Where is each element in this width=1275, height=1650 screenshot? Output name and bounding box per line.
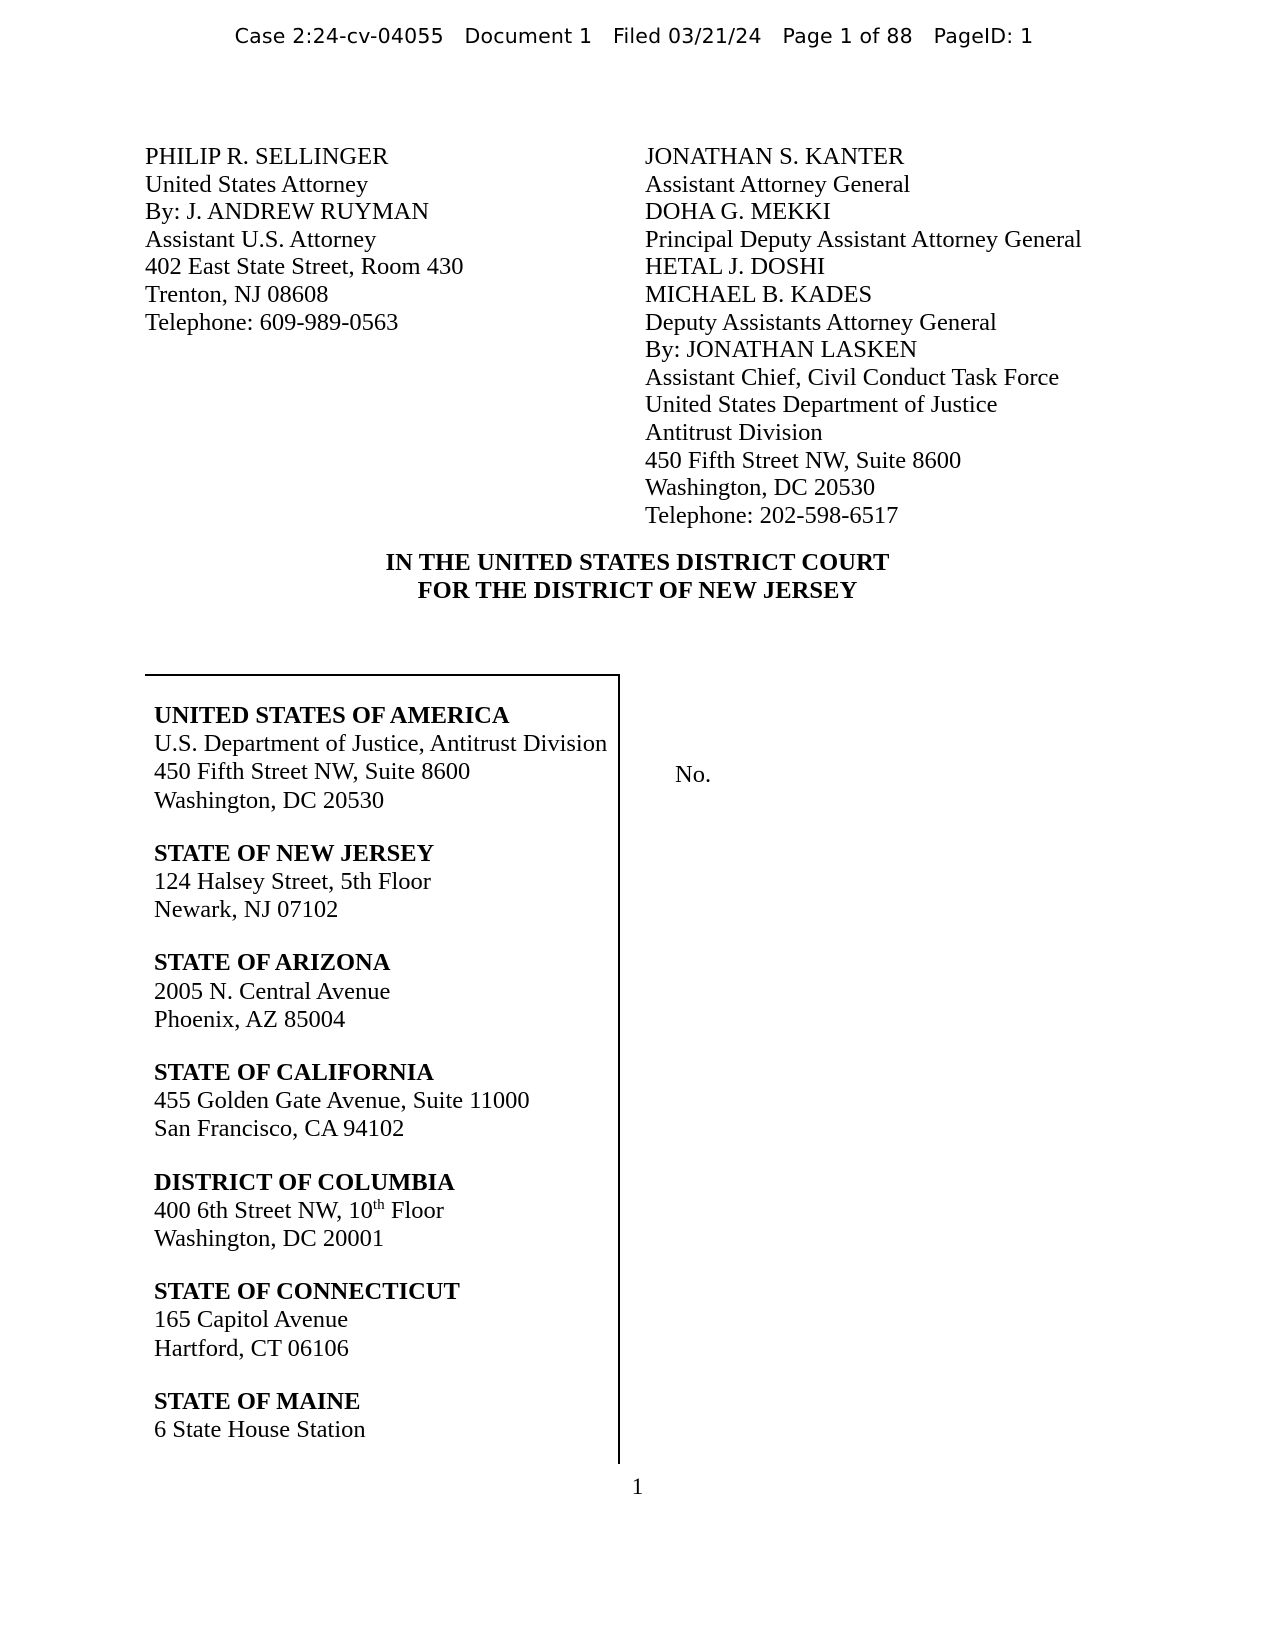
plaintiff-entry: DISTRICT OF COLUMBIA 400 6th Street NW, 1… <box>154 1169 624 1254</box>
plaintiff-list: UNITED STATES OF AMERICA U.S. Department … <box>154 702 624 1444</box>
counsel-line: Assistant Attorney General <box>645 170 911 198</box>
ecf-filing-stamp: Case 2:24-cv-04055 Document 1 Filed 03/2… <box>0 24 1275 48</box>
plaintiff-address-line: 6 State House Station <box>154 1416 366 1444</box>
counsel-line: United States Department of Justice <box>645 391 998 419</box>
counsel-line: 402 East State Street, Room 430 <box>145 253 464 281</box>
court-title: IN THE UNITED STATES DISTRICT COURT FOR … <box>0 549 1275 605</box>
counsel-line: By: J. ANDREW RUYMAN <box>145 198 430 226</box>
plaintiff-address-line: 400 6th Street NW, 10th Floor <box>154 1195 444 1224</box>
counsel-line: JONATHAN S. KANTER <box>645 143 905 170</box>
plaintiff-entry: STATE OF CONNECTICUT 165 Capitol Avenue Ha… <box>154 1278 624 1363</box>
plaintiff-address-line: San Francisco, CA 94102 <box>154 1115 405 1143</box>
plaintiff-address-line: 2005 N. Central Avenue <box>154 977 391 1005</box>
counsel-line: Assistant U.S. Attorney <box>145 225 377 253</box>
ecf-page-count: Page 1 of 88 <box>782 24 913 48</box>
counsel-line: United States Attorney <box>145 170 369 198</box>
plaintiff-name: STATE OF ARIZONA <box>154 949 391 977</box>
plaintiff-address-line: Washington, DC 20530 <box>154 786 385 814</box>
counsel-line: 450 Fifth Street NW, Suite 8600 <box>645 446 962 474</box>
page-number: 1 <box>631 1474 644 1499</box>
counsel-line: Telephone: 609-989-0563 <box>145 308 399 336</box>
plaintiff-address-line: Washington, DC 20001 <box>154 1225 385 1253</box>
plaintiff-entry: STATE OF CALIFORNIA 455 Golden Gate Avenu… <box>154 1059 624 1144</box>
counsel-line: DOHA G. MEKKI <box>645 198 831 226</box>
plaintiff-address-line: Newark, NJ 07102 <box>154 896 339 924</box>
counsel-line: Antitrust Division <box>645 418 823 446</box>
court-title-line-2: FOR THE DISTRICT OF NEW JERSEY <box>417 577 858 604</box>
counsel-line: Deputy Assistants Attorney General <box>645 308 997 336</box>
plaintiff-address-line: Hartford, CT 06106 <box>154 1334 349 1362</box>
plaintiff-name: DISTRICT OF COLUMBIA <box>154 1168 455 1196</box>
counsel-block-antitrust-division: JONATHAN S. KANTER Assistant Attorney Ge… <box>645 143 1115 529</box>
counsel-line: By: JONATHAN LASKEN <box>645 336 918 364</box>
ecf-pageid: PageID: 1 <box>933 24 1034 48</box>
plaintiff-name: UNITED STATES OF AMERICA <box>154 702 510 729</box>
counsel-line: Trenton, NJ 08608 <box>145 280 329 308</box>
court-title-line-1: IN THE UNITED STATES DISTRICT COURT <box>385 549 890 576</box>
ecf-case-number: Case 2:24-cv-04055 <box>234 24 444 48</box>
counsel-line: Washington, DC 20530 <box>645 474 876 502</box>
plaintiff-entry: UNITED STATES OF AMERICA U.S. Department … <box>154 702 624 815</box>
plaintiff-address-line: 124 Halsey Street, 5th Floor <box>154 868 431 896</box>
plaintiff-address-line: Phoenix, AZ 85004 <box>154 1005 346 1033</box>
plaintiff-address-line: 455 Golden Gate Avenue, Suite 11000 <box>154 1087 530 1115</box>
plaintiff-entry: STATE OF MAINE 6 State House Station <box>154 1388 624 1444</box>
counsel-line: Telephone: 202-598-6517 <box>645 501 899 529</box>
document-page: Case 2:24-cv-04055 Document 1 Filed 03/2… <box>0 0 1275 1650</box>
plaintiff-name: STATE OF NEW JERSEY <box>154 839 435 867</box>
plaintiff-address-line: 165 Capitol Avenue <box>154 1306 349 1334</box>
ecf-filed-date: Filed 03/21/24 <box>613 24 762 48</box>
counsel-line: PHILIP R. SELLINGER <box>145 143 389 170</box>
counsel-line: Assistant Chief, Civil Conduct Task Forc… <box>645 363 1060 391</box>
counsel-blocks: PHILIP R. SELLINGER United States Attorn… <box>145 143 1125 529</box>
counsel-block-us-attorney: PHILIP R. SELLINGER United States Attorn… <box>145 143 645 336</box>
case-caption: UNITED STATES OF AMERICA U.S. Department … <box>145 674 1125 1464</box>
plaintiff-name: STATE OF MAINE <box>154 1387 361 1415</box>
plaintiff-name: STATE OF CONNECTICUT <box>154 1278 460 1306</box>
counsel-line: Principal Deputy Assistant Attorney Gene… <box>645 225 1082 253</box>
plaintiff-address-line: U.S. Department of Justice, Antitrust Di… <box>154 730 608 758</box>
plaintiff-name: STATE OF CALIFORNIA <box>154 1059 434 1087</box>
plaintiff-address-line: 450 Fifth Street NW, Suite 8600 <box>154 758 471 786</box>
counsel-line: HETAL J. DOSHI <box>645 253 826 281</box>
counsel-line: MICHAEL B. KADES <box>645 280 873 308</box>
plaintiff-entry: STATE OF NEW JERSEY 124 Halsey Street, 5t… <box>154 840 624 925</box>
plaintiff-entry: STATE OF ARIZONA 2005 N. Central Avenue Ph… <box>154 949 624 1034</box>
case-number-label: No. <box>675 761 712 788</box>
ecf-document-number: Document 1 <box>464 24 593 48</box>
